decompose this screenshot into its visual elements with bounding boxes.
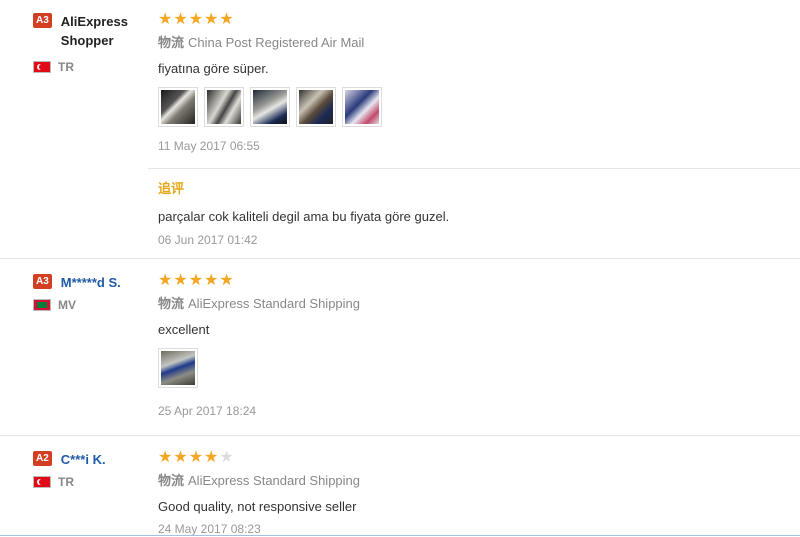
maldives-flag-icon	[33, 299, 51, 311]
followup-date: 06 Jun 2017 01:42	[158, 233, 258, 247]
review-photo-thumbnail[interactable]	[296, 87, 336, 127]
review-content: ★★★★★ 物流 China Post Registered Air Mail f…	[158, 12, 798, 153]
review-date: 24 May 2017 08:23	[158, 522, 261, 536]
logistics-label: 物流	[158, 35, 185, 50]
shipping-method: 物流 AliExpress Standard Shipping	[158, 296, 361, 311]
review-date: 11 May 2017 06:55	[158, 139, 260, 153]
review-text: Good quality, not responsive seller	[158, 499, 357, 514]
reviewer-name[interactable]: C***i K.	[61, 450, 106, 469]
review-divider	[0, 435, 800, 436]
logistics-label: 物流	[158, 296, 185, 311]
reviewer-name[interactable]: M*****d S.	[61, 273, 121, 292]
country-code: MV	[58, 298, 76, 312]
review-text: fiyatına göre süper.	[158, 61, 269, 76]
reviewer-info: A2 C***i K. TR	[33, 450, 148, 489]
shipping-method: 物流 AliExpress Standard Shipping	[158, 473, 361, 488]
followup-label: 追评	[158, 181, 185, 196]
reviewer-info: A3 M*****d S. MV	[33, 273, 148, 312]
star-rating: ★★★★★	[158, 272, 235, 289]
review-photo-thumbnail[interactable]	[158, 87, 198, 127]
buyer-level-badge: A3	[33, 13, 52, 28]
star-rating: ★★★★★	[158, 449, 235, 466]
review-photos	[158, 348, 798, 388]
review-photo-thumbnail[interactable]	[158, 348, 198, 388]
country-code: TR	[58, 475, 74, 489]
turkey-flag-icon	[33, 476, 51, 488]
review-content: ★★★★★ 物流 AliExpress Standard Shipping Goo…	[158, 449, 798, 537]
shipping-method: 物流 China Post Registered Air Mail	[158, 35, 365, 50]
buyer-level-badge: A2	[33, 451, 52, 466]
country-code: TR	[58, 60, 74, 74]
followup-text: parçalar cok kaliteli degil ama bu fiyat…	[158, 209, 450, 224]
review-text: excellent	[158, 322, 210, 337]
review-content: ★★★★★ 物流 AliExpress Standard Shipping exc…	[158, 273, 798, 418]
buyer-level-badge: A3	[33, 274, 52, 289]
review-photo-thumbnail[interactable]	[250, 87, 290, 127]
logistics-label: 物流	[158, 473, 185, 488]
reviewer-info: A3 AliExpress Shopper TR	[33, 12, 148, 74]
review-photo-thumbnail[interactable]	[342, 87, 382, 127]
bottom-border	[0, 535, 800, 536]
review-divider	[0, 258, 800, 259]
reviewer-name: AliExpress Shopper	[60, 14, 128, 48]
turkey-flag-icon	[33, 61, 51, 73]
review-photos	[158, 87, 798, 127]
review-date: 25 Apr 2017 18:24	[158, 404, 257, 418]
followup-divider	[148, 168, 800, 169]
review-photo-thumbnail[interactable]	[204, 87, 244, 127]
star-rating: ★★★★★	[158, 11, 235, 28]
